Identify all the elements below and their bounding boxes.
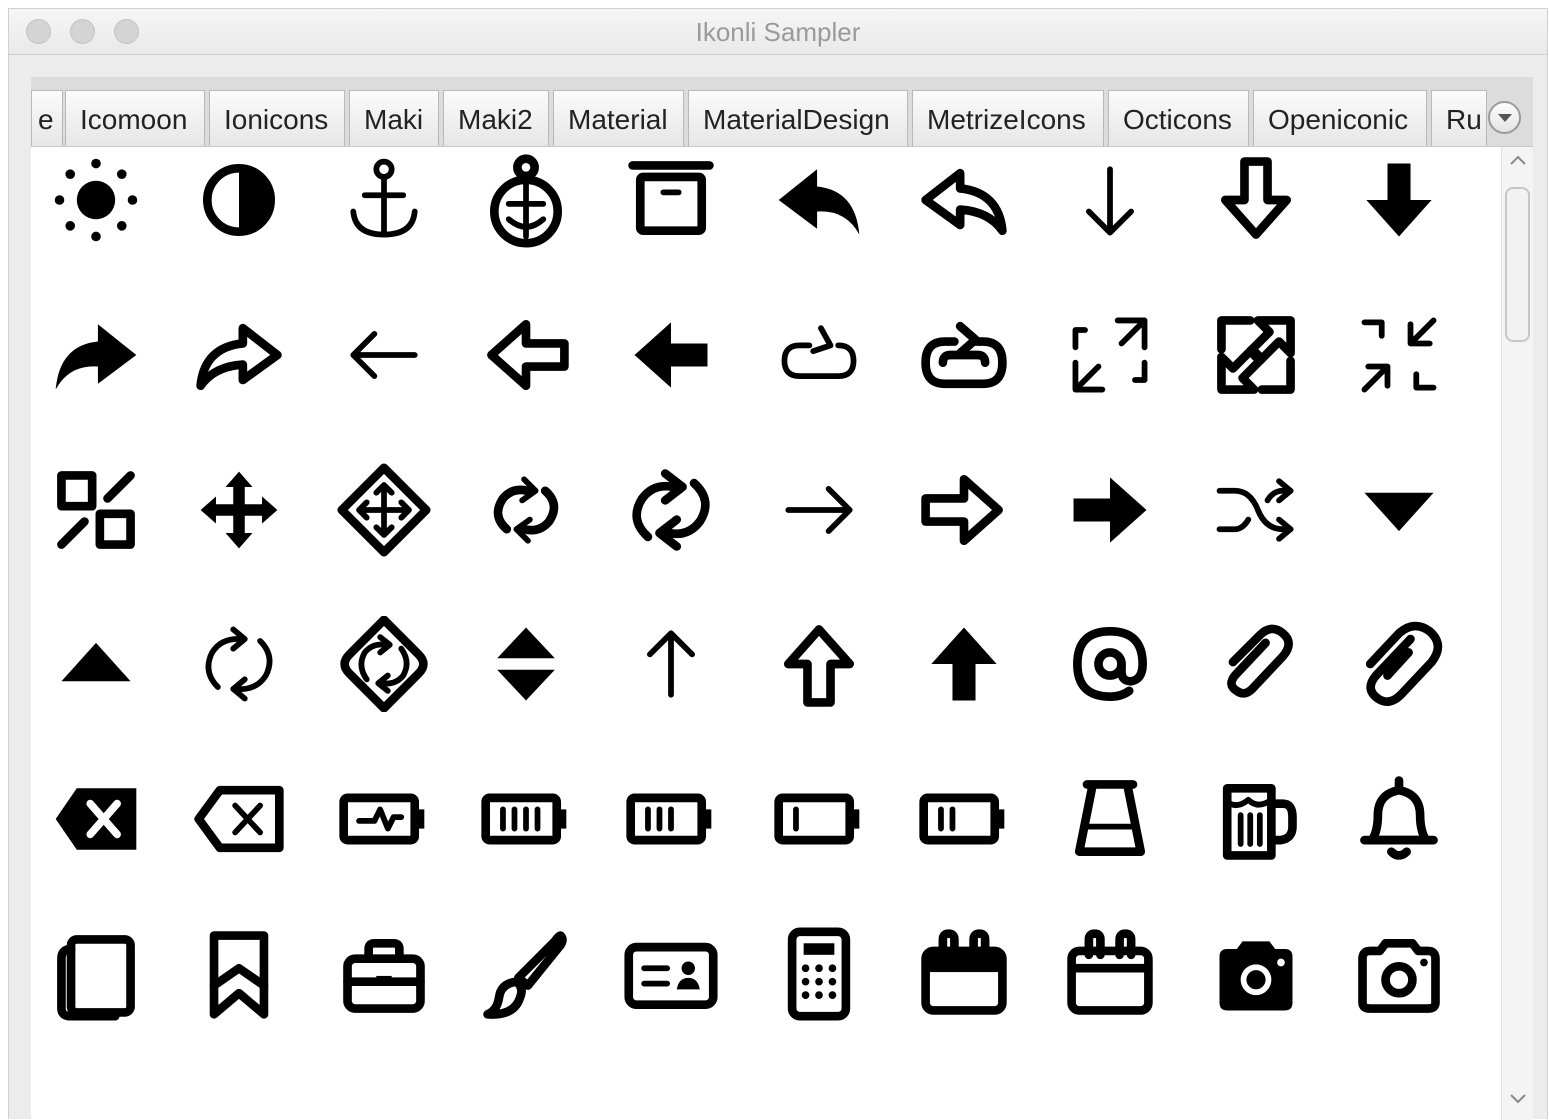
arrow-up-thin-icon — [616, 609, 726, 719]
bookmark-icon — [184, 919, 294, 1029]
calendar-icon — [909, 919, 1019, 1029]
tab-label: Openiconic — [1268, 104, 1409, 135]
scroll-up-arrow-icon[interactable] — [1508, 153, 1528, 167]
arrow-right-thin-icon — [764, 455, 874, 565]
backspace-outline-icon — [184, 764, 294, 874]
bell-icon — [1344, 764, 1454, 874]
unsorted-icon — [471, 609, 581, 719]
icon-grid — [31, 147, 1501, 1120]
tab-label: Icomoon — [80, 104, 188, 135]
tab-label: Ru — [1446, 104, 1482, 135]
arrow-right-filled-icon — [1055, 455, 1165, 565]
tab-label: MetrizeIcons — [927, 104, 1086, 135]
tab-label: MaterialDesign — [703, 104, 890, 135]
sync-icon — [184, 609, 294, 719]
tab-label: Maki — [364, 104, 424, 135]
repeat-outline-icon — [616, 455, 726, 565]
anchor-circle-icon — [471, 147, 581, 255]
sync-outline-icon — [329, 609, 439, 719]
tab-strip: e Icomoon Ionicons Maki Maki2 Material M… — [31, 77, 1533, 147]
tab-label: e — [38, 104, 54, 135]
move-outline-icon — [329, 455, 439, 565]
tab-overflow-menu-button[interactable] — [1488, 101, 1521, 134]
battery-high-icon — [616, 764, 726, 874]
vertical-scrollbar[interactable] — [1501, 147, 1533, 1120]
minimize-icon — [1344, 300, 1454, 410]
battery-low-icon — [764, 764, 874, 874]
move-icon — [184, 455, 294, 565]
expand-icon — [1055, 300, 1165, 410]
arrow-down-outline-icon — [1201, 147, 1311, 255]
attachment-outline-icon — [1344, 609, 1454, 719]
scroll-down-arrow-icon[interactable] — [1508, 1092, 1528, 1106]
tab-octicons[interactable]: Octicons — [1108, 90, 1249, 146]
arrow-up-outline-icon — [764, 609, 874, 719]
tab-label: Octicons — [1123, 104, 1232, 135]
arrow-left-thin-icon — [329, 300, 439, 410]
tab-partial-next[interactable]: Ru — [1431, 90, 1487, 146]
calendar-outline-icon — [1055, 919, 1165, 1029]
shuffle-icon — [1201, 455, 1311, 565]
reply-filled-icon — [764, 147, 874, 255]
expand-outline-icon — [1201, 300, 1311, 410]
contrast-icon — [184, 147, 294, 255]
icon-pack-tab-pane: e Icomoon Ionicons Maki Maki2 Material M… — [31, 77, 1533, 1120]
battery-charge-icon — [329, 764, 439, 874]
tab-ionicons[interactable]: Ionicons — [209, 90, 345, 146]
calculator-icon — [764, 919, 874, 1029]
tab-label: Maki2 — [458, 104, 533, 135]
caret-down-icon — [1344, 455, 1454, 565]
backspace-filled-icon — [41, 764, 151, 874]
tab-materialdesign[interactable]: MaterialDesign — [688, 90, 908, 146]
title-bar: Ikonli Sampler — [9, 9, 1547, 55]
tab-openiconic[interactable]: Openiconic — [1253, 90, 1427, 146]
arrow-left-filled-icon — [616, 300, 726, 410]
arrow-right-outline-icon — [909, 455, 1019, 565]
camera-outline-icon — [1344, 919, 1454, 1029]
briefcase-icon — [329, 919, 439, 1029]
battery-full-icon — [471, 764, 581, 874]
camera-filled-icon — [1201, 919, 1311, 1029]
arrow-up-filled-icon — [909, 609, 1019, 719]
tab-material[interactable]: Material — [553, 90, 684, 146]
tab-maki[interactable]: Maki — [349, 90, 439, 146]
arrow-down-filled-icon — [1344, 147, 1454, 255]
attachment-icon — [1201, 609, 1311, 719]
repeat-icon — [471, 455, 581, 565]
at-icon — [1055, 609, 1165, 719]
beaker-icon — [1055, 764, 1165, 874]
beer-icon — [1201, 764, 1311, 874]
forward-filled-icon — [41, 300, 151, 410]
forward-outline-icon — [184, 300, 294, 410]
reply-outline-icon — [909, 147, 1019, 255]
brush-icon — [471, 919, 581, 1029]
business-card-icon — [616, 919, 726, 1029]
tab-metrizeicons[interactable]: MetrizeIcons — [912, 90, 1104, 146]
tab-maki2[interactable]: Maki2 — [443, 90, 549, 146]
loop-outline-icon — [909, 300, 1019, 410]
window-title: Ikonli Sampler — [695, 17, 861, 47]
brightness-icon — [41, 147, 151, 255]
arrow-left-outline-icon — [471, 300, 581, 410]
tab-label: Material — [568, 104, 668, 135]
archive-icon — [616, 147, 726, 255]
book-icon — [41, 919, 151, 1029]
battery-mid-icon — [909, 764, 1019, 874]
minimize-outline-icon — [41, 455, 151, 565]
anchor-icon — [329, 147, 439, 255]
scrollbar-thumb[interactable] — [1505, 187, 1530, 342]
arrow-down-thin-icon — [1055, 147, 1165, 255]
tab-partial-previous[interactable]: e — [31, 90, 63, 146]
caret-up-icon — [41, 609, 151, 719]
tab-label: Ionicons — [224, 104, 329, 135]
loop-icon — [764, 300, 874, 410]
tab-icomoon[interactable]: Icomoon — [65, 90, 205, 146]
app-window: Ikonli Sampler e Icomoon Ionicons Maki M… — [8, 8, 1548, 1120]
